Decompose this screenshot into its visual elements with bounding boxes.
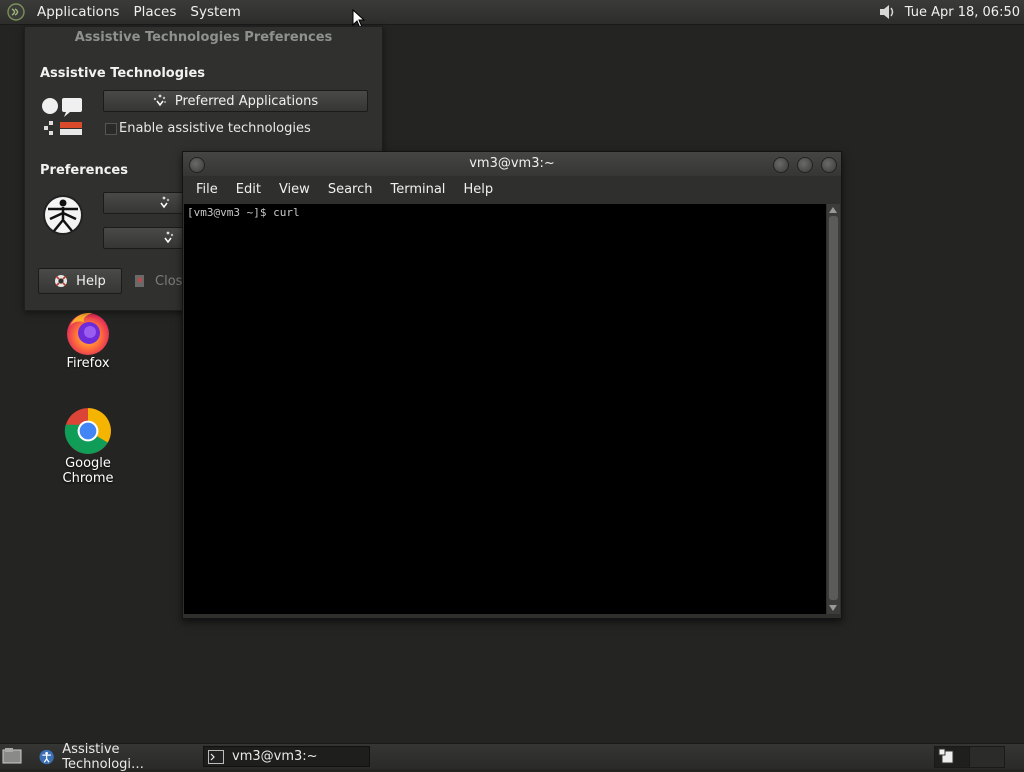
- terminal-screen[interactable]: [vm3@vm3 ~]$ curl: [184, 204, 826, 614]
- window-menu-button[interactable]: [189, 157, 205, 173]
- scroll-up-icon[interactable]: [829, 207, 837, 213]
- menu-file[interactable]: File: [187, 182, 227, 197]
- menu-help[interactable]: Help: [454, 182, 502, 197]
- terminal-title: vm3@vm3:~: [469, 156, 555, 171]
- places-menu[interactable]: Places: [126, 4, 183, 20]
- preferences-dropdown-2[interactable]: [103, 227, 185, 249]
- close-window-button[interactable]: [821, 157, 837, 173]
- top-panel: Applications Places System Tue Apr 18, 0…: [0, 0, 1024, 25]
- menu-view[interactable]: View: [270, 182, 319, 197]
- terminal-titlebar[interactable]: vm3@vm3:~: [183, 152, 841, 176]
- close-door-icon: [135, 275, 144, 287]
- menu-search[interactable]: Search: [319, 182, 382, 197]
- loading-icon: [160, 196, 170, 209]
- workspace-window-icon: [938, 748, 954, 764]
- scroll-down-icon[interactable]: [829, 605, 837, 611]
- workspace-2[interactable]: [969, 746, 1005, 768]
- preferred-applications-button[interactable]: Preferred Applications: [103, 90, 368, 112]
- scroll-thumb[interactable]: [829, 216, 838, 600]
- close-button-label: Clos: [155, 273, 183, 289]
- desktop-icon-label: Firefox: [66, 356, 110, 371]
- help-lifebuoy-icon: [55, 275, 68, 287]
- workspace-1[interactable]: [934, 746, 970, 768]
- enable-assistive-label[interactable]: Enable assistive technologies: [119, 121, 311, 136]
- terminal-menubar: File Edit View Search Terminal Help: [183, 176, 841, 202]
- dialog-title: Assistive Technologies Preferences: [74, 30, 333, 45]
- applications-menu[interactable]: Applications: [30, 4, 126, 20]
- minimize-button[interactable]: [773, 157, 789, 173]
- desktop-icon-chrome[interactable]: Google Chrome: [38, 406, 138, 486]
- desktop-icon-firefox[interactable]: Firefox: [38, 308, 138, 371]
- show-desktop-icon[interactable]: [2, 747, 22, 765]
- clock[interactable]: Tue Apr 18, 06:50: [905, 5, 1020, 20]
- firefox-icon: [67, 312, 109, 355]
- close-button[interactable]: Clos: [133, 270, 182, 292]
- taskbar-item-assistive[interactable]: Assistive Technologi…: [34, 742, 200, 772]
- accessibility-icon: [39, 749, 54, 764]
- chrome-icon: [64, 408, 111, 454]
- menu-edit[interactable]: Edit: [227, 182, 270, 197]
- maximize-button[interactable]: [797, 157, 813, 173]
- volume-icon[interactable]: [877, 2, 897, 22]
- terminal-icon: [208, 749, 224, 764]
- loading-icon: [153, 94, 166, 107]
- terminal-window: vm3@vm3:~ File Edit View Search Terminal…: [182, 151, 842, 619]
- distro-logo-icon[interactable]: [6, 2, 26, 22]
- taskbar-item-label: Assistive Technologi…: [62, 741, 145, 772]
- assistive-tech-icon: [42, 98, 82, 135]
- terminal-scrollbar[interactable]: [827, 204, 840, 614]
- preferences-dropdown-1[interactable]: [103, 192, 185, 214]
- loading-icon: [164, 231, 174, 244]
- system-menu[interactable]: System: [183, 4, 247, 20]
- top-panel-tray: Tue Apr 18, 06:50: [877, 0, 1020, 24]
- preferred-applications-label: Preferred Applications: [174, 93, 319, 109]
- universal-access-icon: [43, 195, 83, 235]
- desktop-icon-label: Google Chrome: [62, 456, 114, 486]
- bottom-panel: Assistive Technologi… vm3@vm3:~: [0, 742, 1024, 772]
- taskbar-item-label: vm3@vm3:~: [232, 749, 318, 764]
- section-heading-assistive: Assistive Technologies: [40, 66, 206, 81]
- section-heading-preferences: Preferences: [40, 163, 128, 178]
- help-button-label: Help: [76, 273, 106, 289]
- enable-assistive-checkbox[interactable]: [105, 123, 117, 135]
- help-button[interactable]: Help: [38, 268, 122, 294]
- taskbar-item-terminal[interactable]: vm3@vm3:~: [203, 746, 370, 767]
- menu-terminal[interactable]: Terminal: [381, 182, 454, 197]
